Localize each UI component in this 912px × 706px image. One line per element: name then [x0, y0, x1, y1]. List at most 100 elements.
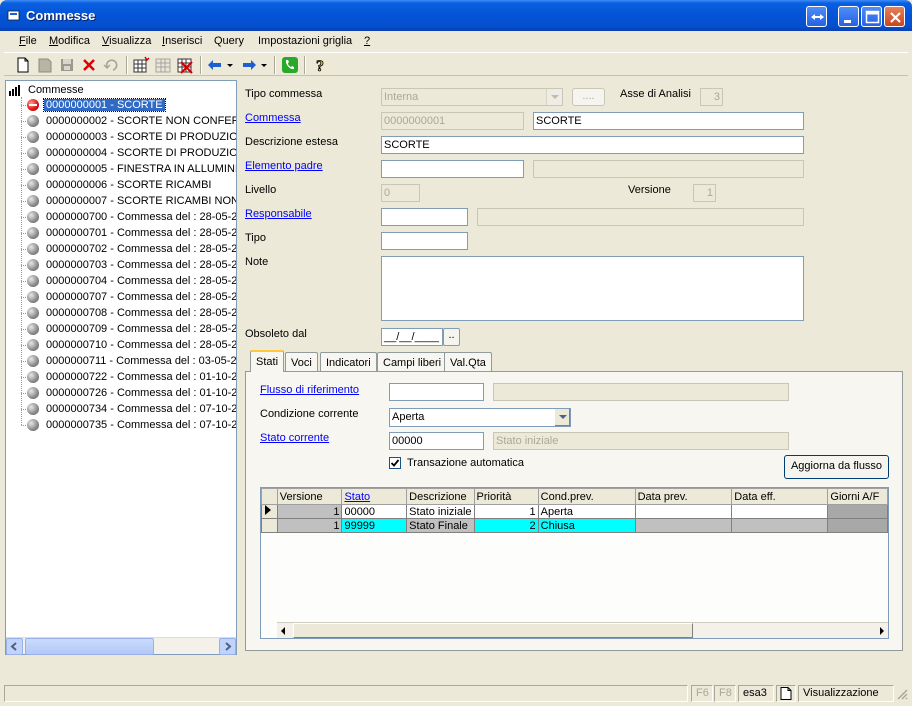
commessa-code-field[interactable]: 0000000001 — [381, 112, 524, 130]
scroll-left-icon[interactable] — [6, 638, 23, 655]
tree-item[interactable]: 0000000001 - SCORTE — [16, 97, 236, 113]
grid-column-header[interactable]: Stato — [341, 488, 408, 505]
tree-item[interactable]: 0000000004 - SCORTE DI PRODUZIOI — [16, 145, 236, 161]
back-arrow-icon[interactable] — [206, 56, 224, 74]
tree-item[interactable]: 0000000002 - SCORTE NON CONFERI — [16, 113, 236, 129]
tab-campi-liberi[interactable]: Campi liberi — [377, 352, 448, 372]
tab-voci[interactable]: Voci — [285, 352, 318, 372]
elemento-padre-code-field[interactable] — [381, 160, 524, 178]
chevron-down-icon[interactable] — [554, 409, 570, 426]
grid-horizontal-scrollbar[interactable] — [277, 622, 888, 638]
restore-size-icon[interactable] — [806, 6, 827, 27]
close-button[interactable] — [884, 6, 905, 27]
livello-field[interactable]: 0 — [381, 184, 420, 202]
scroll-right-icon[interactable] — [219, 638, 236, 655]
forward-arrow-icon[interactable] — [240, 56, 258, 74]
new-icon[interactable] — [14, 56, 32, 74]
tree-horizontal-scrollbar[interactable] — [6, 637, 236, 655]
stati-grid[interactable]: Versione Stato Descrizione Priorità Cond.pre… — [260, 487, 889, 639]
grid-column-header[interactable]: Data eff. — [731, 488, 829, 505]
table-row[interactable]: 1 99999 Stato Finale 2 Chiusa — [261, 518, 888, 533]
elemento-padre-desc-field[interactable] — [533, 160, 804, 178]
table-cell[interactable]: 2 — [473, 518, 539, 533]
note-textarea[interactable] — [381, 256, 804, 321]
menu-item-5[interactable]: Impostazioni griglia — [258, 35, 352, 47]
flusso-code-field[interactable] — [389, 383, 484, 401]
tree-item[interactable]: 0000000734 - Commessa del : 07-10-20 — [16, 401, 236, 417]
maximize-button[interactable] — [861, 6, 882, 27]
table-cell[interactable]: 00000 — [341, 504, 408, 519]
tree-item[interactable]: 0000000735 - Commessa del : 07-10-20 — [16, 417, 236, 433]
grid-delete-icon[interactable] — [176, 56, 194, 74]
tipo-commessa-browse-button[interactable]: .... — [572, 88, 605, 106]
tree-item[interactable]: 0000000003 - SCORTE DI PRODUZIOI — [16, 129, 236, 145]
forward-dropdown-icon[interactable] — [259, 56, 269, 74]
minimize-button[interactable] — [838, 6, 859, 27]
responsabile-link[interactable]: Responsabile — [245, 208, 312, 220]
menu-item-1[interactable]: Modifica — [49, 35, 90, 47]
grid-add-icon[interactable] — [132, 56, 150, 74]
grid-column-header[interactable]: Cond.prev. — [537, 488, 636, 505]
stato-corrente-code-field[interactable]: 00000 — [389, 432, 484, 450]
grid-column-header[interactable]: Giorni A/F — [827, 488, 888, 505]
phone-icon[interactable] — [281, 56, 299, 74]
tree-item[interactable]: 0000000700 - Commessa del : 28-05-20 — [16, 209, 236, 225]
commesse-tree[interactable]: Commesse 0000000001 - SCORTE 0000000002 -… — [5, 80, 237, 655]
table-cell[interactable]: Stato iniziale — [406, 504, 475, 519]
table-cell[interactable]: Stato Finale — [406, 518, 475, 533]
table-cell[interactable] — [827, 518, 888, 533]
obsoleto-date-button[interactable]: .. — [443, 328, 460, 346]
tipo-commessa-select[interactable]: Interna — [381, 88, 563, 106]
responsabile-code-field[interactable] — [381, 208, 468, 226]
back-dropdown-icon[interactable] — [225, 56, 235, 74]
transazione-checkbox[interactable] — [389, 457, 401, 469]
grid-column-header[interactable]: Descrizione — [406, 488, 475, 505]
stato-corrente-link[interactable]: Stato corrente — [260, 432, 329, 444]
tree-item[interactable]: 0000000711 - Commessa del : 03-05-20 — [16, 353, 236, 369]
menu-item-2[interactable]: Visualizza — [102, 35, 151, 47]
grid-column-header[interactable]: Priorità — [473, 488, 539, 505]
tree-item[interactable]: 0000000006 - SCORTE RICAMBI — [16, 177, 236, 193]
current-row-icon[interactable] — [261, 504, 278, 519]
menu-item-0[interactable]: File — [19, 35, 37, 47]
grid-column-header[interactable]: Versione — [276, 488, 343, 505]
descrizione-field[interactable]: SCORTE — [381, 136, 804, 154]
table-row[interactable]: 1 00000 Stato iniziale 1 Aperta — [261, 504, 888, 519]
table-cell[interactable] — [634, 504, 733, 519]
tab-indicatori[interactable]: Indicatori — [320, 352, 377, 372]
tree-item[interactable]: 0000000005 - FINESTRA IN ALLUMINI — [16, 161, 236, 177]
tree-item[interactable]: 0000000726 - Commessa del : 01-10-20 — [16, 385, 236, 401]
table-cell[interactable]: Aperta — [537, 504, 636, 519]
tree-item[interactable]: 0000000701 - Commessa del : 28-05-20 — [16, 225, 236, 241]
tab-stati[interactable]: Stati — [250, 350, 285, 372]
tree-item[interactable]: 0000000007 - SCORTE RICAMBI NON — [16, 193, 236, 209]
table-cell[interactable] — [731, 504, 829, 519]
delete-icon[interactable] — [80, 56, 98, 74]
commessa-name-field[interactable]: SCORTE — [533, 112, 804, 130]
tree-item[interactable]: 0000000708 - Commessa del : 28-05-20 — [16, 305, 236, 321]
stato-corrente-desc-field[interactable]: Stato iniziale — [493, 432, 789, 450]
condizione-select[interactable]: Aperta — [389, 408, 571, 427]
table-cell[interactable]: 1 — [276, 504, 343, 519]
tree-item[interactable]: 0000000709 - Commessa del : 28-05-20 — [16, 321, 236, 337]
tree-item[interactable]: 0000000722 - Commessa del : 01-10-20 — [16, 369, 236, 385]
scroll-thumb[interactable] — [25, 638, 154, 655]
tipo-field[interactable] — [381, 232, 468, 250]
menu-item-6[interactable]: ? — [364, 35, 370, 47]
elemento-padre-link[interactable]: Elemento padre — [245, 160, 323, 172]
versione-field[interactable]: 1 — [693, 184, 716, 202]
tab-val-qta[interactable]: Val.Qta — [444, 352, 492, 372]
open-icon[interactable] — [36, 56, 54, 74]
table-cell[interactable]: 1 — [276, 518, 343, 533]
save-icon[interactable] — [58, 56, 76, 74]
menu-item-3[interactable]: Inserisci — [162, 35, 202, 47]
commessa-link[interactable]: Commessa — [245, 112, 301, 124]
table-cell[interactable] — [731, 518, 829, 533]
undo-icon[interactable] — [102, 56, 120, 74]
grid-column-header[interactable]: Data prev. — [634, 488, 733, 505]
table-cell[interactable] — [634, 518, 733, 533]
aggiorna-da-flusso-button[interactable]: Aggiorna da flusso — [784, 455, 889, 479]
tree-item[interactable]: 0000000702 - Commessa del : 28-05-20 — [16, 241, 236, 257]
responsabile-desc-field[interactable] — [477, 208, 804, 226]
asse-analisi-field[interactable]: 3 — [700, 88, 723, 106]
